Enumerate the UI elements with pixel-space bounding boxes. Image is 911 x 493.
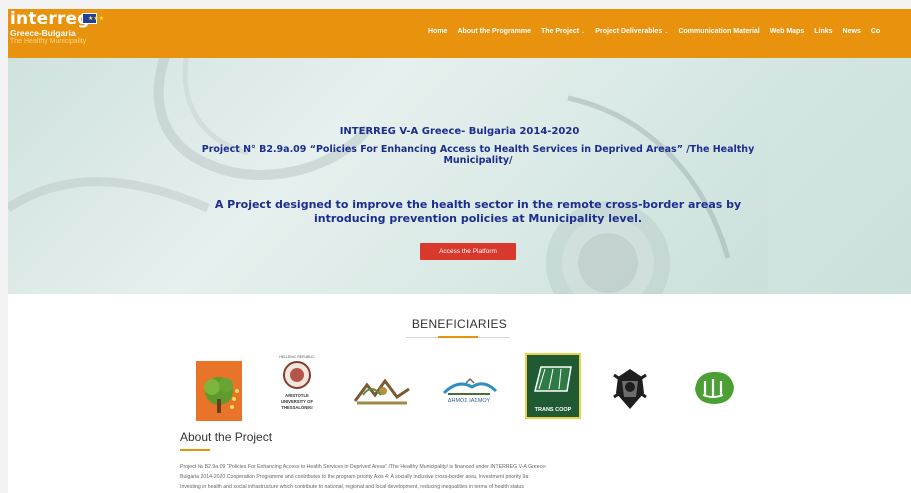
aristotle-line-3: THESSALONIKI	[281, 405, 313, 410]
nav-links-label: Links	[814, 28, 833, 35]
nav-contact[interactable]: Co	[871, 28, 880, 35]
trans-coop-text: TRANS COOP	[534, 407, 572, 413]
nav-news[interactable]: News	[843, 28, 861, 35]
green-leaf-logo[interactable]	[691, 369, 737, 407]
logo-project: The Healthy Municipality	[10, 38, 87, 45]
trans-coop-emblem-icon	[534, 366, 572, 392]
main-nav: Home About the Programme The Project ⌄ Pr…	[428, 28, 890, 35]
aristotle-line-1: ARISTOTLE	[285, 393, 309, 398]
nav-about-programme-label: About the Programme	[457, 28, 531, 35]
dimos-iasmou-text: ΔΗΜΟΣ ΙΑΣΜΟΥ	[447, 398, 491, 404]
about-text-line-1: Project № B2.9a.09 “Policies For Enhanci…	[180, 464, 547, 470]
logo-program: Greece-Bulgaria	[10, 28, 76, 38]
hero-banner: INTERREG V-A Greece- Bulgaria 2014-2020 …	[8, 58, 911, 294]
access-platform-button[interactable]: Access the Platform	[420, 243, 516, 260]
nav-communication-material[interactable]: Communication Material	[678, 28, 759, 35]
aristotle-line-0: HELLENIC REPUBLIC	[279, 355, 315, 359]
nav-links[interactable]: Links	[814, 28, 832, 35]
dimos-iasmou-logo[interactable]: ΔΗΜΟΣ ΙΑΣΜΟΥ	[438, 377, 500, 407]
interreg-logo[interactable]: interreg ★★★ Greece-Bulgaria The Healthy…	[10, 9, 120, 55]
nav-project-deliverables[interactable]: Project Deliverables ⌄	[595, 28, 668, 35]
about-text-line-2: Bulgaria 2014-2020 Cooperation Programme…	[180, 474, 530, 480]
nav-project-deliverables-label: Project Deliverables	[595, 28, 663, 35]
about-project-heading: About the Project	[180, 430, 273, 444]
nav-news-label: News	[842, 28, 861, 35]
trans-coop-logo[interactable]: TRANS COOP	[525, 353, 581, 419]
about-project-divider	[180, 449, 210, 451]
nav-communication-material-label: Communication Material	[678, 28, 760, 35]
site-header: interreg ★★★ Greece-Bulgaria The Healthy…	[8, 9, 911, 58]
hero-program-title: INTERREG V-A Greece- Bulgaria 2014-2020	[339, 126, 580, 137]
aristotle-university-logo[interactable]: HELLENIC REPUBLIC ARISTOTLE UNIVERSITY O…	[273, 355, 321, 421]
nav-home-label: Home	[428, 28, 448, 35]
eu-flag-icon: ★★★	[82, 13, 104, 24]
about-project-text: Project № B2.9a.09 “Policies For Enhanci…	[180, 462, 740, 492]
beneficiaries-divider	[406, 336, 510, 338]
nav-web-maps[interactable]: Web Maps	[770, 28, 805, 35]
nav-the-project-label: The Project	[540, 28, 580, 35]
nav-contact-label: Co	[870, 28, 881, 35]
about-text-line-3: Investing in health and social infrastru…	[180, 484, 525, 490]
lion-crest-logo[interactable]	[612, 367, 648, 411]
beneficiaries-heading: BENEFICIARIES	[411, 317, 508, 331]
hero-project-title: Project N° B2.9a.09 “Policies For Enhanc…	[201, 144, 755, 166]
hero-tagline: A Project designed to improve the health…	[214, 198, 742, 225]
rhodope-logo[interactable]	[353, 377, 411, 407]
logo-wordmark: interreg	[10, 9, 90, 29]
nav-web-maps-label: Web Maps	[769, 28, 805, 35]
aristotle-emblem-icon	[283, 361, 311, 389]
beneficiaries-logo-row: HELLENIC REPUBLIC ARISTOTLE UNIVERSITY O…	[8, 353, 911, 421]
nav-the-project[interactable]: The Project ⌄	[541, 28, 585, 35]
eu-flag-stars: ★★★	[88, 16, 105, 22]
tree-logo[interactable]	[196, 361, 242, 421]
nav-about-programme[interactable]: About the Programme	[457, 28, 531, 35]
browser-viewport: interreg ★★★ Greece-Bulgaria The Healthy…	[8, 9, 911, 493]
chevron-down-icon: ⌄	[664, 29, 669, 35]
aristotle-line-2: UNIVERSITY OF	[280, 399, 314, 404]
dimos-iasmou-emblem-icon	[442, 377, 498, 395]
nav-home[interactable]: Home	[428, 28, 447, 35]
chevron-down-icon: ⌄	[581, 29, 586, 35]
